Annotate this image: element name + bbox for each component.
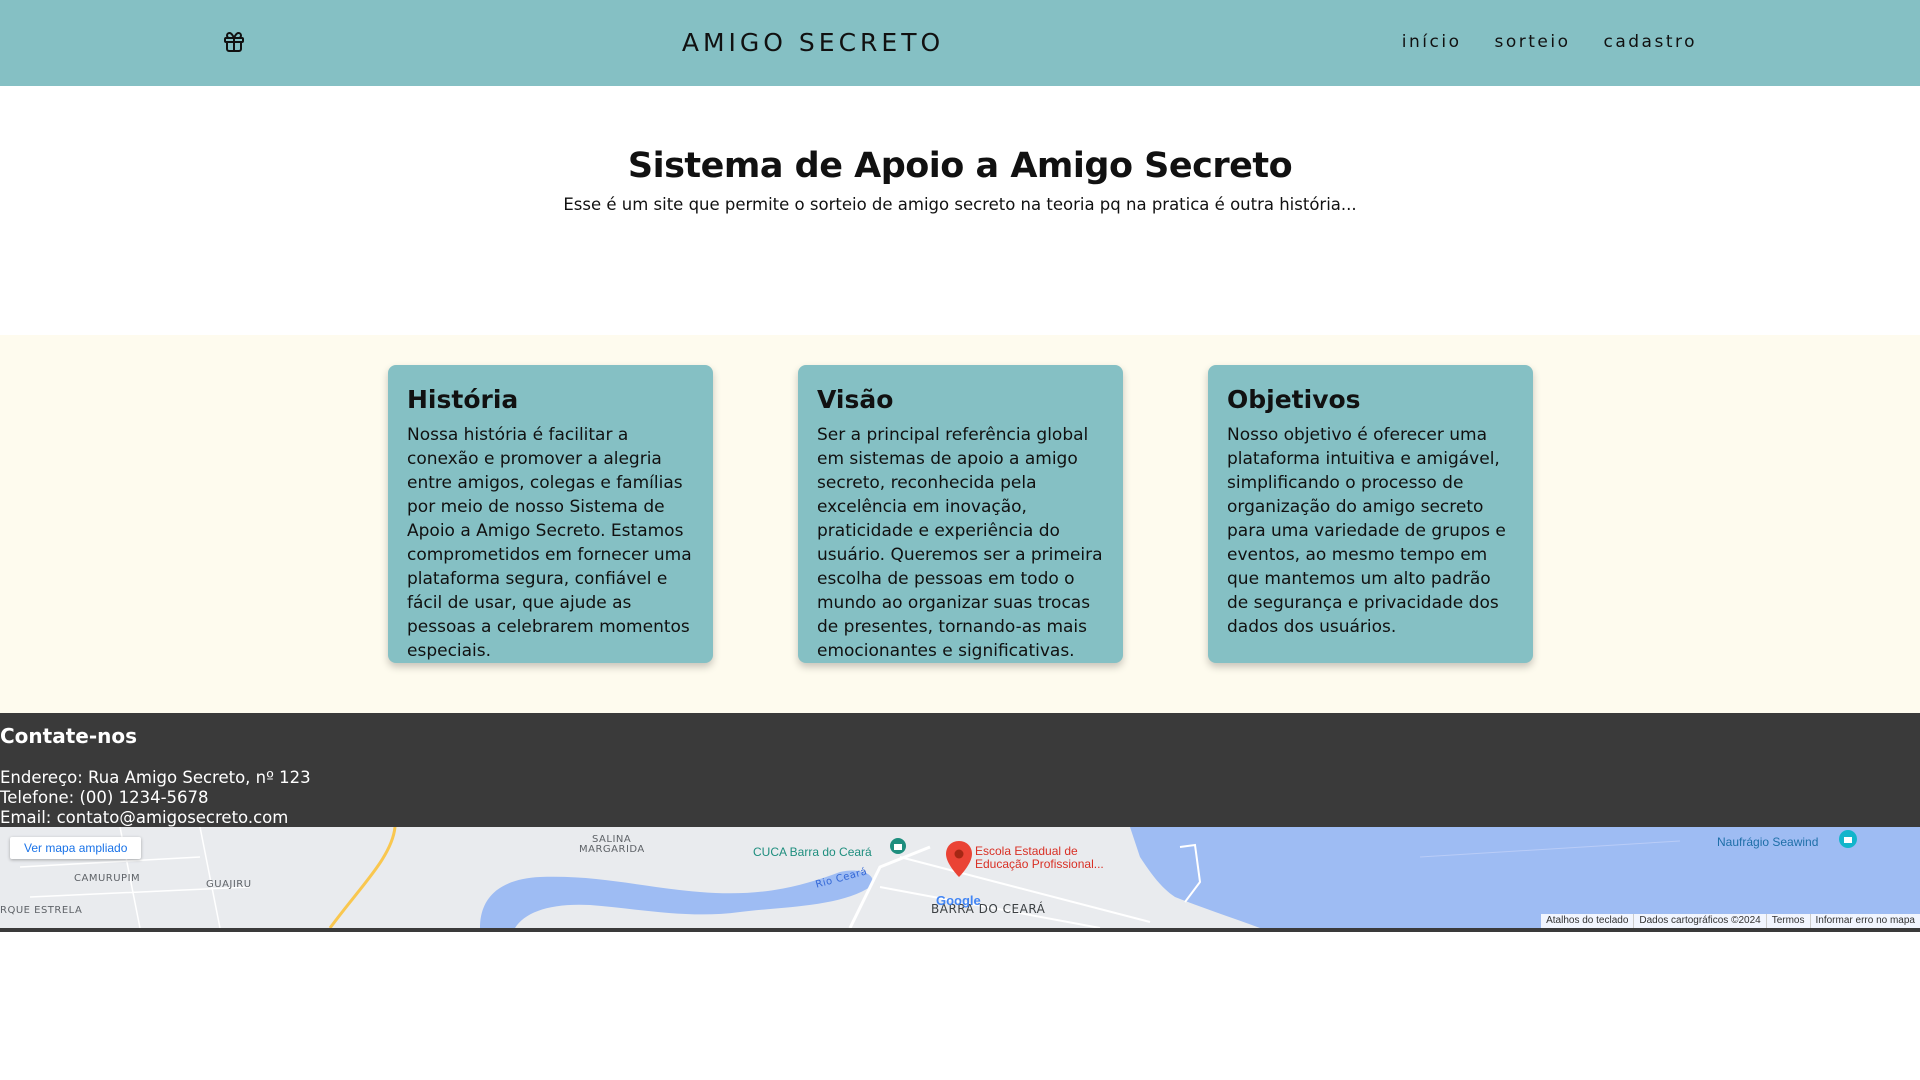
nav-link-sorteio[interactable]: sorteio	[1494, 32, 1570, 52]
view-larger-map-link[interactable]: Ver mapa ampliado	[10, 837, 142, 859]
map-label-guajiru: GUAJIRU	[206, 879, 252, 890]
brand-title[interactable]: AMIGO SECRETO	[0, 28, 1626, 57]
footer-bottom-bar	[0, 928, 1920, 932]
card-objetivos: Objetivos Nosso objetivo é oferecer uma …	[1208, 365, 1533, 663]
map-label-camurupim: CAMURUPIM	[74, 873, 141, 884]
navbar: AMIGO SECRETO início sorteio cadastro	[0, 0, 1920, 86]
hero-section: Sistema de Apoio a Amigo Secreto Esse é …	[0, 86, 1920, 335]
embedded-map[interactable]: Ver mapa ampliado SALINA MARGARIDA CAMUR…	[0, 827, 1920, 928]
page-title: Sistema de Apoio a Amigo Secreto	[627, 146, 1293, 186]
poi-escola-line2: Educação Profissional...	[975, 857, 1104, 871]
poi-cuca-label[interactable]: CUCA Barra do Ceará	[753, 845, 872, 859]
contact-title: Contate-nos	[0, 724, 138, 748]
report-error-link[interactable]: Informar erro no mapa	[1809, 914, 1920, 928]
keyboard-shortcuts-link[interactable]: Atalhos do teclado	[1541, 914, 1633, 928]
card-text: Nosso objetivo é oferecer uma plataforma…	[1227, 425, 1506, 637]
map-data-text: Dados cartográficos ©2024	[1633, 914, 1765, 928]
map-label-estrela: RQUE ESTRELA	[0, 905, 83, 916]
terms-link[interactable]: Termos	[1765, 914, 1810, 928]
google-logo: Google	[936, 893, 981, 908]
card-title: História	[407, 385, 519, 414]
card-text: Ser a principal referência global em sis…	[817, 425, 1103, 661]
poi-naufragio-label[interactable]: Naufrágio Seawind	[1717, 835, 1818, 849]
nav-link-cadastro[interactable]: cadastro	[1603, 32, 1697, 52]
nav-link-inicio[interactable]: início	[1402, 32, 1462, 52]
poi-escola-label[interactable]: Escola Estadual de Educação Profissional…	[975, 845, 1104, 871]
card-title: Visão	[817, 385, 894, 414]
contact-address: Endereço: Rua Amigo Secreto, nº 123	[0, 768, 311, 787]
nav-links: início sorteio cadastro	[1402, 32, 1697, 52]
page-subtitle: Esse é um site que permite o sorteio de …	[563, 195, 1357, 214]
map-pin-icon[interactable]	[946, 841, 972, 882]
card-title: Objetivos	[1227, 385, 1361, 414]
map-label-margarida: MARGARIDA	[579, 844, 645, 855]
card-historia: História Nossa história é facilitar a co…	[388, 365, 713, 663]
contact-email: Email: contato@amigosecreto.com	[0, 808, 289, 827]
card-text: Nossa história é facilitar a conexão e p…	[407, 425, 692, 661]
map-attribution: Atalhos do teclado Dados cartográficos ©…	[1541, 914, 1920, 928]
card-visao: Visão Ser a principal referência global …	[798, 365, 1123, 663]
poi-naufragio-icon[interactable]	[1838, 829, 1858, 854]
contact-phone: Telefone: (00) 1234-5678	[0, 788, 209, 807]
poi-cuca-icon[interactable]	[889, 837, 907, 860]
cards-section: História Nossa história é facilitar a co…	[0, 335, 1920, 713]
